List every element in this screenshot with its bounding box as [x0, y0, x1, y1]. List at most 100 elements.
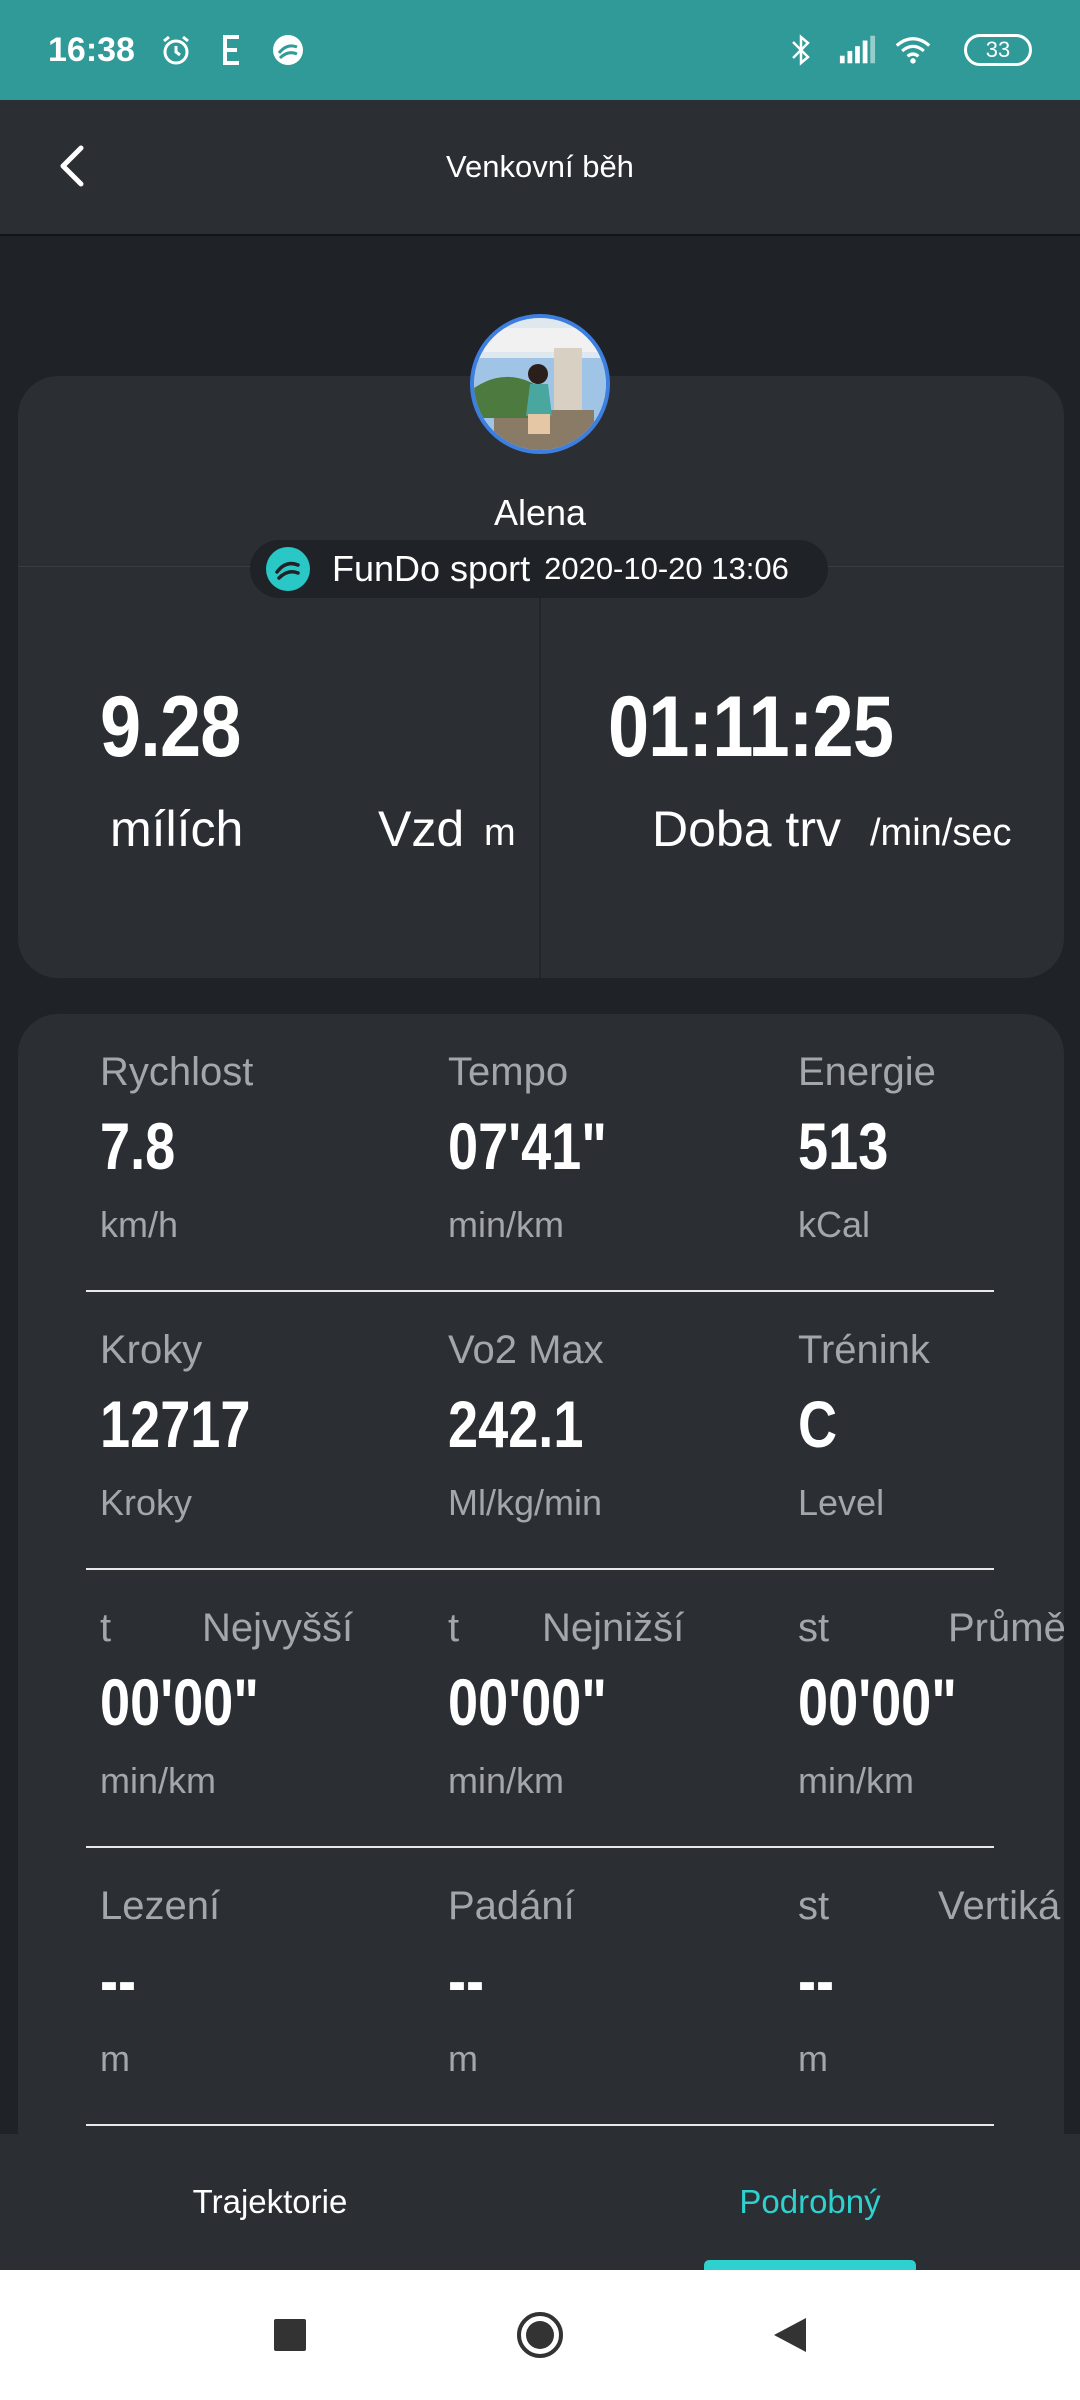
stats-row-2: Kroky 12717 Kroky Vo2 Max 242.1 Ml/kg/mi… [18, 1292, 1064, 1570]
user-name: Alena [493, 492, 587, 533]
stat-unit: km/h [100, 1204, 179, 1245]
square-icon [274, 2319, 306, 2351]
stat-label: Průměr [948, 1606, 1064, 1650]
stat-label: Energie [798, 1050, 936, 1094]
stat-energy: Energie 513 kCal [798, 1014, 1064, 1290]
chevron-left-icon [60, 145, 84, 187]
stat-value: 00'00" [448, 1665, 607, 1739]
duration-label: Doba trv [652, 801, 841, 857]
stat-value: -- [798, 1943, 835, 2017]
stat-label: Nejnižší [542, 1606, 685, 1650]
status-time: 16:38 [48, 30, 135, 69]
stat-training: Trénink C Level [798, 1292, 1064, 1568]
back-nav-button[interactable] [760, 2305, 820, 2365]
stat-unit: m [798, 2038, 828, 2079]
stat-label: Nejvyšší [202, 1606, 354, 1650]
stat-speed: Rychlost 7.8 km/h [100, 1014, 400, 1290]
status-right-icons: 33 [782, 31, 1032, 69]
stat-unit: Ml/kg/min [448, 1482, 603, 1523]
stat-unit: min/km [448, 1204, 564, 1245]
signal-icon [838, 31, 876, 69]
tab-trajectory[interactable]: Trajektorie [0, 2134, 540, 2270]
stat-descent: Padání -- m [448, 1848, 748, 2124]
battery-icon: 33 [964, 34, 1032, 66]
stat-unit: min/km [100, 1760, 216, 1801]
stat-label: Rychlost [100, 1050, 254, 1094]
row-divider [86, 2124, 994, 2126]
stat-label: Lezení [100, 1884, 221, 1928]
stat-unit: m [448, 2038, 478, 2079]
active-tab-indicator [704, 2260, 916, 2270]
distance-label-suffix: m [484, 812, 516, 854]
stat-value: 07'41" [448, 1109, 607, 1183]
workout-date: 2020-10-20 13:06 [544, 551, 789, 586]
back-button[interactable] [40, 134, 104, 198]
wifi-icon [894, 31, 932, 69]
stat-unit: min/km [798, 1760, 914, 1801]
stat-label: Tempo [448, 1050, 569, 1094]
home-button[interactable] [510, 2305, 570, 2365]
stat-pace-min: t Nejnižší 00'00" min/km [448, 1570, 748, 1846]
status-bar: 16:38 33 [0, 0, 1080, 100]
app-header: Venkovní běh [0, 100, 1080, 236]
source-app-name: FunDo sport [332, 548, 531, 589]
stat-value: 00'00" [100, 1665, 259, 1739]
stat-label: Vo2 Max [448, 1328, 604, 1372]
stat-value: 513 [798, 1109, 889, 1183]
bottom-tab-bar: Trajektorie Podrobný [0, 2134, 1080, 2270]
stat-vertical: st Vertiká -- m [798, 1848, 1064, 2124]
fundo-sport-icon [266, 547, 310, 591]
duration-value: 01:11:25 [608, 679, 894, 775]
stat-label: Kroky [100, 1328, 203, 1372]
source-pill: FunDo sport 2020-10-20 13:06 [250, 540, 828, 598]
summary-vertical-divider [539, 596, 541, 978]
alarm-icon [157, 31, 195, 69]
system-nav-bar [0, 2270, 1080, 2400]
stat-label: Trénink [798, 1328, 930, 1372]
stat-unit: min/km [448, 1760, 564, 1801]
stats-row-4: Lezení -- m Padání -- m st Vertiká -- m [18, 1848, 1064, 2126]
stat-label-prefix: st [798, 1606, 830, 1650]
e-icon [213, 31, 251, 69]
avatar[interactable] [470, 314, 610, 454]
stat-climb: Lezení -- m [100, 1848, 400, 2124]
stat-label-prefix: st [798, 1884, 830, 1928]
stat-steps: Kroky 12717 Kroky [100, 1292, 400, 1568]
stat-value: -- [448, 1943, 485, 2017]
circle-icon [517, 2312, 563, 2358]
duration-unit: /min/sec [870, 812, 1012, 854]
stat-value: -- [100, 1943, 137, 2017]
stat-unit: m [100, 2038, 130, 2079]
stat-value: 242.1 [448, 1387, 584, 1461]
stat-vo2max: Vo2 Max 242.1 Ml/kg/min [448, 1292, 748, 1568]
stats-card: Rychlost 7.8 km/h Tempo 07'41" min/km En… [18, 1014, 1064, 2134]
distance-label: Vzd [378, 801, 465, 857]
stats-row-3: t Nejvyšší 00'00" min/km t Nejnižší 00'0… [18, 1570, 1064, 1848]
stat-value: C [798, 1387, 838, 1461]
triangle-back-icon [774, 2318, 806, 2352]
stat-label-prefix: t [448, 1606, 460, 1650]
stat-label-prefix: t [100, 1606, 112, 1650]
fundo-icon [269, 31, 307, 69]
distance-value: 9.28 [100, 679, 241, 775]
tab-detail[interactable]: Podrobný [540, 2134, 1080, 2270]
stat-value: 7.8 [100, 1109, 176, 1183]
stats-row-1: Rychlost 7.8 km/h Tempo 07'41" min/km En… [18, 1014, 1064, 1292]
stat-label: Vertiká [938, 1884, 1061, 1928]
page-title: Venkovní běh [446, 149, 634, 184]
recents-button[interactable] [260, 2305, 320, 2365]
bluetooth-icon [782, 31, 820, 69]
stat-value: 00'00" [798, 1665, 957, 1739]
tab-label: Trajektorie [192, 2183, 348, 2220]
distance-unit: mílích [110, 801, 244, 857]
stat-pace-avg: st Průměr 00'00" min/km [798, 1570, 1064, 1846]
stat-unit: kCal [798, 1204, 871, 1245]
stat-pace: Tempo 07'41" min/km [448, 1014, 748, 1290]
stat-unit: Level [798, 1482, 885, 1523]
stat-label: Padání [448, 1884, 575, 1928]
stat-pace-max: t Nejvyšší 00'00" min/km [100, 1570, 400, 1846]
tab-label: Podrobný [739, 2183, 881, 2220]
summary-card [18, 376, 1064, 978]
stat-value: 12717 [100, 1387, 251, 1461]
stat-unit: Kroky [100, 1482, 193, 1523]
